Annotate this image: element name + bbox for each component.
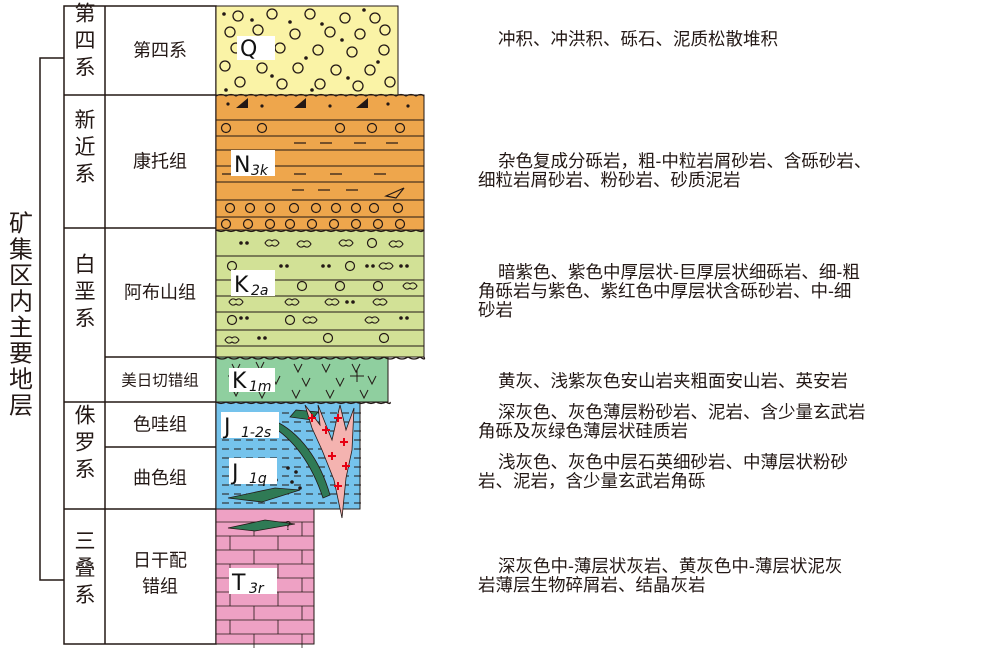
svg-text:K: K bbox=[232, 369, 247, 394]
svg-text:内: 内 bbox=[9, 288, 33, 316]
system-labels: 第四系新近系白垩系侏罗系三叠系 bbox=[75, 2, 96, 608]
formation-label-6-b: 错组 bbox=[142, 577, 178, 598]
svg-text:垩: 垩 bbox=[75, 280, 96, 304]
strata-code-4: J 1-2s bbox=[221, 412, 279, 441]
descriptions: 冲积、冲洪积、砾石、泥质松散堆积杂色复成分砾岩，粗-中粒岩屑砂岩、含砾砂岩、细粒… bbox=[478, 30, 871, 596]
svg-text:要: 要 bbox=[9, 340, 33, 368]
system-label-1: 新近系 bbox=[75, 108, 96, 186]
strata-code-1: N 3k bbox=[231, 150, 275, 179]
formation-label-5: 曲色组 bbox=[133, 468, 187, 489]
description-1-line-1: 细粒岩屑砂岩、粉砂岩、砂质泥岩 bbox=[478, 171, 741, 191]
system-label-2: 白垩系 bbox=[75, 253, 96, 331]
description-0-line-0: 冲积、冲洪积、砾石、泥质松散堆积 bbox=[498, 30, 778, 50]
svg-text:1m: 1m bbox=[249, 379, 272, 395]
system-label-4: 三叠系 bbox=[75, 529, 96, 607]
svg-text:系: 系 bbox=[75, 162, 96, 186]
svg-text:2a: 2a bbox=[251, 283, 269, 299]
svg-text:3k: 3k bbox=[251, 163, 269, 179]
uncertain-mark: ? bbox=[285, 519, 291, 533]
svg-text:J: J bbox=[230, 461, 239, 486]
svg-text:N: N bbox=[234, 153, 250, 178]
formation-labels: 第四系康托组阿布山组美日切错组色哇组曲色组日干配错组 bbox=[121, 41, 199, 598]
description-4-line-1: 角砾及灰绿色薄层状硅质岩 bbox=[478, 422, 688, 442]
description-1-line-0: 杂色复成分砾岩，粗-中粒岩屑砂岩、含砾砂岩、 bbox=[498, 152, 871, 172]
svg-text:系: 系 bbox=[75, 458, 96, 482]
description-2-line-2: 砂岩 bbox=[478, 301, 513, 321]
description-3-line-0: 黄灰、浅紫灰色安山岩夹粗面安山岩、英安岩 bbox=[498, 372, 848, 392]
formation-label-4: 色哇组 bbox=[133, 415, 187, 436]
svg-text:第: 第 bbox=[75, 2, 96, 26]
system-label-0: 第四系 bbox=[75, 2, 96, 80]
svg-text:Q: Q bbox=[240, 37, 257, 62]
formation-label-6: 日干配 bbox=[133, 551, 187, 572]
svg-text:T: T bbox=[231, 571, 246, 596]
svg-text:区: 区 bbox=[9, 262, 33, 290]
title-bracket bbox=[39, 57, 64, 581]
strata-code-5: J 1q bbox=[229, 458, 277, 487]
formation-label-1: 康托组 bbox=[133, 152, 187, 173]
svg-text:地: 地 bbox=[9, 366, 33, 394]
formation-label-0: 第四系 bbox=[133, 41, 187, 62]
svg-text:三: 三 bbox=[75, 529, 96, 553]
system-label-3: 侏罗系 bbox=[75, 404, 96, 482]
strata-code-2: K 2a bbox=[231, 270, 275, 299]
svg-text:系: 系 bbox=[75, 56, 96, 80]
svg-text:四: 四 bbox=[75, 29, 96, 53]
strata-code-0: Q bbox=[237, 36, 275, 62]
description-4-line-0: 深灰色、灰色薄层粉砂岩、泥岩、含少量玄武岩 bbox=[498, 403, 866, 423]
title-text: 矿集区内主要地层 bbox=[9, 210, 33, 420]
svg-text:白: 白 bbox=[75, 253, 96, 277]
description-2-line-1: 角砾岩与紫色、紫红色中厚层状含砾砂岩、中-细 bbox=[478, 282, 851, 302]
svg-text:层: 层 bbox=[9, 392, 33, 420]
svg-text:集: 集 bbox=[9, 236, 33, 264]
svg-text:近: 近 bbox=[75, 135, 96, 159]
svg-text:罗: 罗 bbox=[75, 431, 96, 455]
description-6-line-0: 深灰色中-薄层状灰岩、黄灰色中-薄层状泥灰 bbox=[498, 557, 842, 577]
svg-text:系: 系 bbox=[75, 307, 96, 331]
formation-label-2: 阿布山组 bbox=[124, 283, 196, 304]
description-2-line-0: 暗紫色、紫色中厚层状-巨厚层状细砾岩、细-粗 bbox=[498, 263, 860, 283]
lithology-column: ? QN 3kK 2aK 1mJ 1-2sJ 1qT 3r bbox=[215, 5, 426, 648]
description-5-line-1: 岩、泥岩，含少量玄武岩角砾 bbox=[478, 472, 706, 492]
svg-text:J: J bbox=[222, 415, 231, 440]
svg-text:叠: 叠 bbox=[75, 556, 96, 580]
svg-text:矿: 矿 bbox=[9, 210, 33, 238]
svg-text:3r: 3r bbox=[249, 581, 265, 597]
stratigraphic-column-diagram: 矿集区内主要地层 第四系新近系白垩系侏罗系三叠系 第四系康托组阿布山组美日切错组… bbox=[9, 2, 871, 648]
svg-text:K: K bbox=[234, 273, 249, 298]
svg-text:侏: 侏 bbox=[75, 404, 96, 428]
diagram-title: 矿集区内主要地层 bbox=[9, 210, 33, 420]
description-6-line-1: 岩薄层生物碎屑岩、结晶灰岩 bbox=[478, 576, 706, 596]
formation-label-3: 美日切错组 bbox=[121, 372, 199, 390]
description-5-line-0: 浅灰色、灰色中层石英细砂岩、中薄层状粉砂 bbox=[498, 453, 848, 473]
svg-text:系: 系 bbox=[75, 583, 96, 607]
strata-code-6: T 3r bbox=[229, 568, 277, 597]
svg-text:1-2s: 1-2s bbox=[241, 425, 271, 441]
svg-text:新: 新 bbox=[75, 108, 96, 132]
svg-text:1q: 1q bbox=[249, 471, 267, 487]
strata-code-3: K 1m bbox=[229, 368, 275, 395]
svg-text:主: 主 bbox=[9, 314, 33, 342]
